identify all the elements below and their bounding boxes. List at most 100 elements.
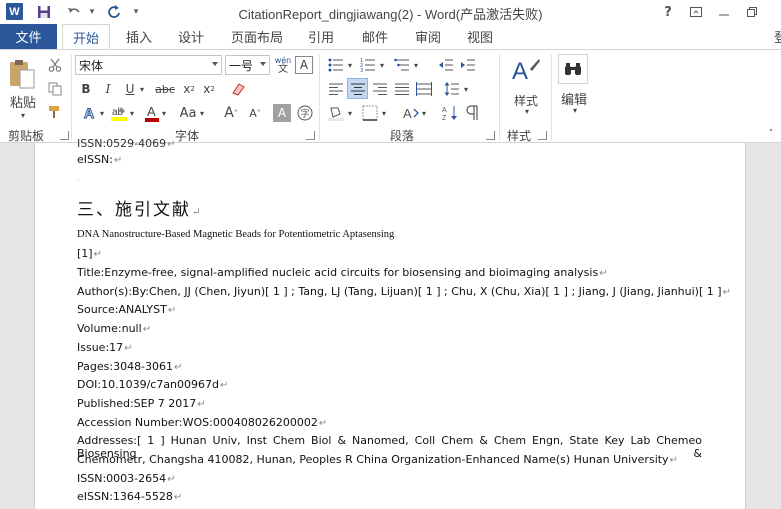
issn-partial-line: ISSN:0529-4069↵: [77, 137, 176, 150]
tab-references[interactable]: 引用: [300, 24, 342, 49]
tab-insert[interactable]: 插入: [118, 24, 160, 49]
section-heading: 三、施引文献↵: [77, 200, 203, 220]
ribbon-display-icon[interactable]: [684, 2, 708, 22]
font-launcher-icon[interactable]: [306, 131, 315, 140]
clipboard-group-label: 剪贴板: [8, 129, 45, 143]
subtitle-line: DNA Nanostructure-Based Magnetic Beads f…: [77, 229, 397, 240]
tab-review[interactable]: 审阅: [407, 24, 449, 49]
doi-line: DOI:10.1039/c7an00967d↵: [77, 378, 229, 391]
cut-icon[interactable]: [44, 55, 66, 75]
multilevel-dropdown-icon[interactable]: ▾: [412, 55, 420, 75]
line-spacing-dropdown-icon[interactable]: ▾: [462, 79, 470, 99]
minimize-icon[interactable]: [712, 2, 736, 22]
distributed-icon[interactable]: [414, 79, 434, 99]
borders-icon[interactable]: [360, 103, 380, 123]
svg-text:A: A: [512, 58, 528, 85]
strikethrough-icon[interactable]: abc: [152, 80, 178, 98]
bullets-icon[interactable]: [326, 55, 346, 75]
character-border-icon[interactable]: A: [295, 56, 313, 74]
borders-dropdown-icon[interactable]: ▾: [380, 103, 388, 123]
highlight-color-icon[interactable]: ab: [108, 103, 130, 123]
tab-page-layout[interactable]: 页面布局: [226, 24, 288, 49]
help-icon[interactable]: ?: [656, 2, 680, 22]
character-shading-icon[interactable]: A: [273, 104, 291, 122]
shrink-font-icon[interactable]: A ˅: [246, 103, 264, 123]
change-case-dropdown-icon[interactable]: ▾: [198, 103, 206, 123]
styles-launcher-icon[interactable]: [538, 131, 547, 140]
bold-icon[interactable]: B: [77, 80, 95, 98]
text-effects-icon[interactable]: A: [80, 103, 100, 123]
ribbon-tabs: 文件 开始 插入 设计 页面布局 引用 邮件 审阅 视图 登: [0, 24, 781, 49]
clear-formatting-icon[interactable]: [228, 79, 248, 99]
paragraph-group-label: 段落: [390, 129, 415, 143]
editing-dropdown-icon[interactable]: ▾: [570, 105, 580, 115]
tab-mailings[interactable]: 邮件: [354, 24, 396, 49]
underline-dropdown-icon[interactable]: ▾: [138, 80, 146, 98]
svg-text:Z: Z: [442, 115, 447, 121]
collapse-ribbon-icon[interactable]: ˄: [765, 128, 777, 140]
source-line: Source:ANALYST↵: [77, 303, 177, 316]
enclose-characters-icon[interactable]: 字: [296, 104, 314, 122]
clipboard-launcher-icon[interactable]: [60, 131, 69, 140]
restore-icon[interactable]: [740, 2, 764, 22]
shading-icon[interactable]: [326, 103, 346, 123]
underline-icon[interactable]: U: [121, 80, 139, 98]
italic-icon[interactable]: I: [99, 80, 117, 98]
issn-line: ISSN:0003-2654↵: [77, 472, 176, 485]
find-binoculars-icon[interactable]: [558, 54, 588, 84]
font-color-icon[interactable]: A: [142, 103, 162, 123]
text-effects-dropdown-icon[interactable]: ▾: [98, 103, 106, 123]
title-bar: W ▾ ▾ CitationReport_dingjiawang(2) - Wo…: [0, 0, 781, 24]
document-page[interactable]: ISSN:0529-4069↵ eISSN:↵ . 三、施引文献↵ DNA Na…: [34, 137, 746, 509]
numbering-dropdown-icon[interactable]: ▾: [378, 55, 386, 75]
decrease-indent-icon[interactable]: [436, 55, 456, 75]
multilevel-list-icon[interactable]: [392, 55, 412, 75]
ribbon-home: 粘贴 ▾ 剪贴板 宋体 一号 wén 文 A B I U ▾ abc x2 x2 …: [0, 49, 781, 143]
justify-icon[interactable]: [392, 79, 412, 99]
reference-number: [1]↵: [77, 247, 102, 260]
tab-view[interactable]: 视图: [459, 24, 501, 49]
tab-file[interactable]: 文件: [0, 24, 57, 49]
svg-text:A: A: [84, 105, 94, 121]
paste-icon[interactable]: [8, 58, 36, 93]
paste-dropdown-icon[interactable]: ▾: [18, 110, 28, 120]
phonetic-guide-icon[interactable]: wén 文: [273, 54, 293, 76]
chinese-layout-icon[interactable]: A: [400, 103, 422, 123]
grow-font-icon[interactable]: A ˄: [222, 103, 240, 123]
styles-icon[interactable]: A: [510, 55, 540, 88]
bullets-dropdown-icon[interactable]: ▾: [346, 55, 354, 75]
paragraph-launcher-icon[interactable]: [486, 131, 495, 140]
svg-text:字: 字: [301, 108, 310, 120]
format-painter-icon[interactable]: [44, 102, 66, 122]
sort-icon[interactable]: AZ: [440, 103, 460, 123]
numbering-icon[interactable]: 123: [358, 55, 378, 75]
eissn-value-line: eISSN:1364-5528↵: [77, 490, 183, 503]
svg-text:A: A: [403, 106, 412, 121]
chinese-layout-dropdown-icon[interactable]: ▾: [420, 103, 428, 123]
authors-line: Author(s):By:Chen, JJ (Chen, Jiyun)[ 1 ]…: [77, 285, 731, 298]
subscript-icon[interactable]: x2: [180, 80, 198, 98]
styles-dropdown-icon[interactable]: ▾: [522, 106, 532, 116]
tab-design[interactable]: 设计: [170, 24, 212, 49]
copy-icon[interactable]: [44, 79, 66, 99]
paste-button[interactable]: 粘贴: [10, 92, 36, 111]
align-left-icon[interactable]: [326, 79, 346, 99]
shading-dropdown-icon[interactable]: ▾: [346, 103, 354, 123]
highlight-dropdown-icon[interactable]: ▾: [128, 103, 136, 123]
eissn-line: eISSN:↵: [77, 153, 123, 166]
line-spacing-icon[interactable]: [442, 79, 462, 99]
tab-home[interactable]: 开始: [62, 24, 110, 49]
superscript-icon[interactable]: x2: [200, 80, 218, 98]
font-name-select[interactable]: 宋体: [75, 55, 222, 75]
accession-line: Accession Number:WOS:000408026200002↵: [77, 416, 328, 429]
group-divider: [499, 54, 500, 140]
show-hide-marks-icon[interactable]: [462, 103, 482, 123]
font-size-select[interactable]: 一号: [225, 55, 270, 75]
font-color-dropdown-icon[interactable]: ▾: [160, 103, 168, 123]
empty-paragraph-mark: .: [77, 173, 80, 182]
change-case-icon[interactable]: Aa: [176, 103, 200, 123]
align-center-icon[interactable]: [347, 78, 368, 99]
sign-in-link[interactable]: 登: [774, 27, 781, 46]
increase-indent-icon[interactable]: [458, 55, 478, 75]
align-right-icon[interactable]: [370, 79, 390, 99]
